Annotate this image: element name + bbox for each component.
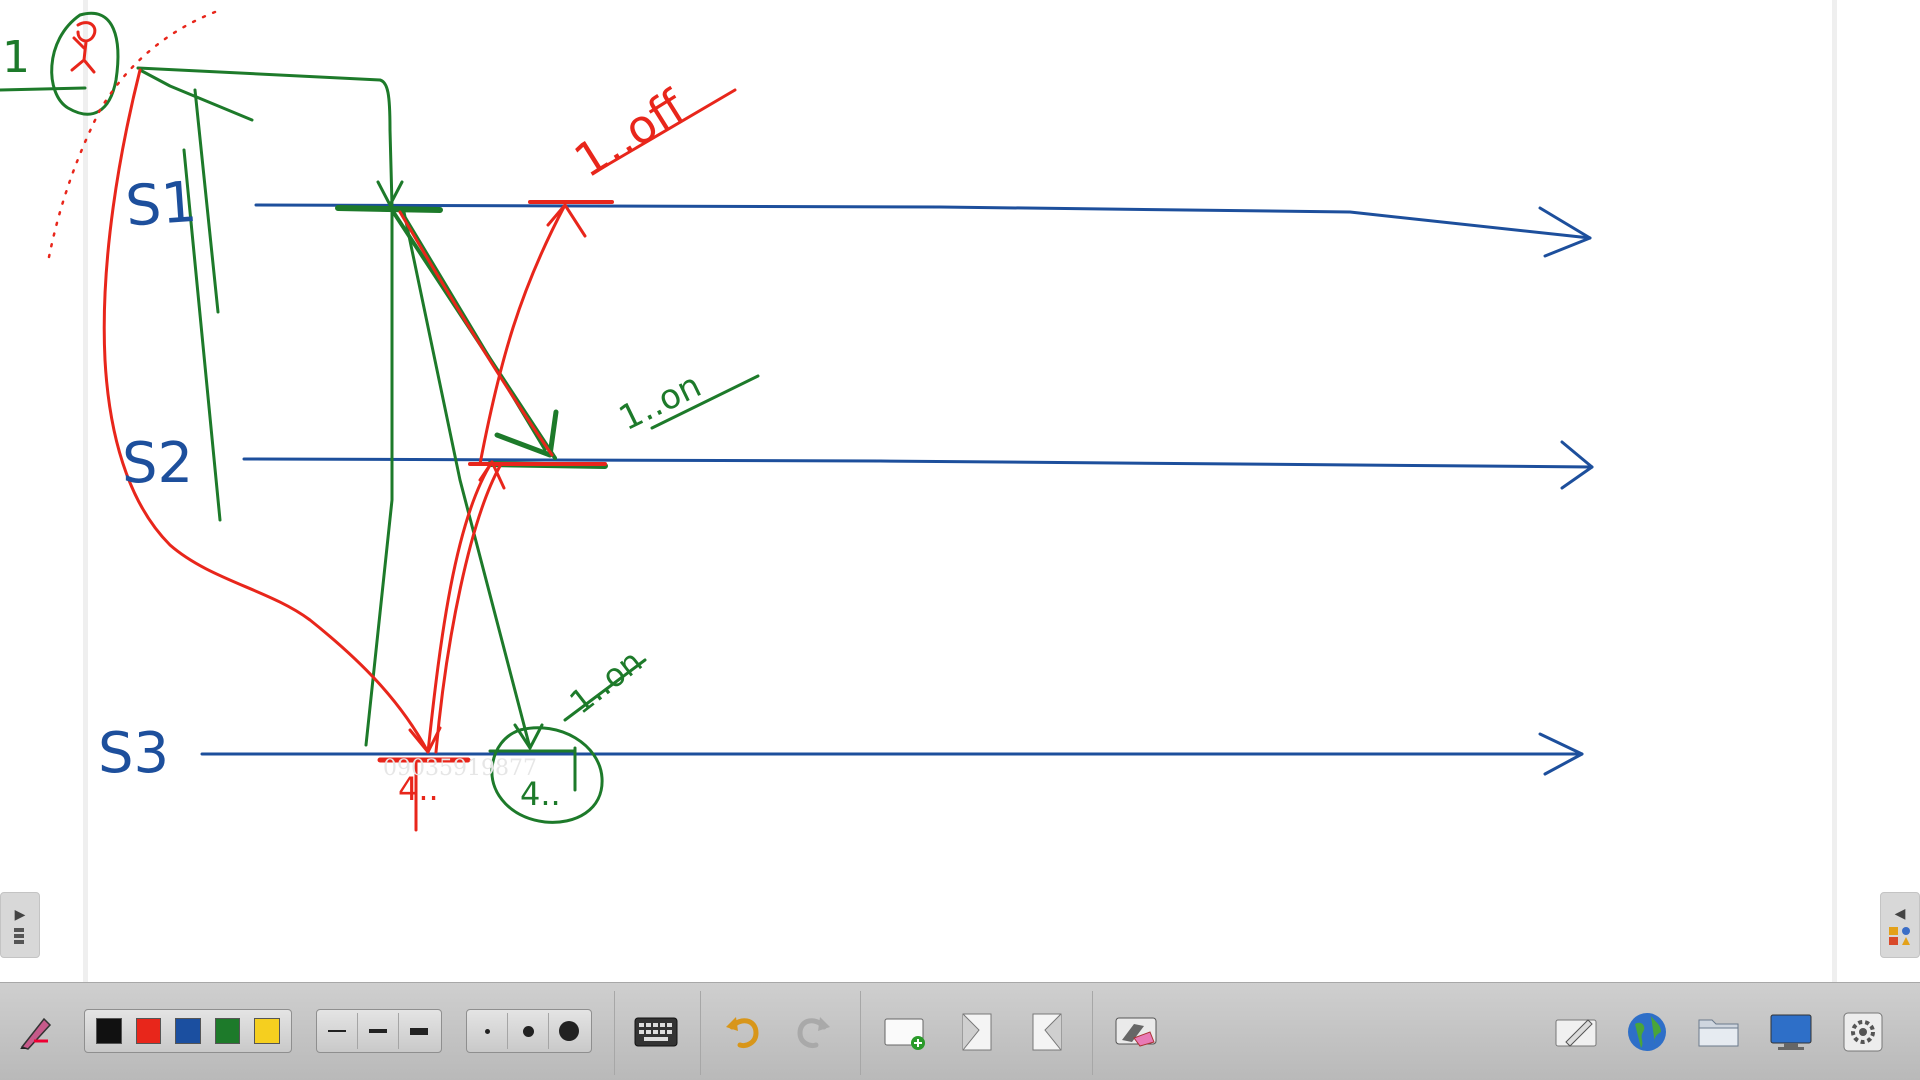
line-width-thin[interactable] — [317, 1013, 358, 1049]
folder-button[interactable] — [1694, 1007, 1744, 1057]
color-black-swatch[interactable] — [96, 1018, 122, 1044]
settings-button[interactable] — [1838, 1007, 1888, 1057]
color-blue-swatch[interactable] — [175, 1018, 201, 1044]
line-width-selector — [316, 1009, 442, 1053]
timeline-s2-arrowhead — [1560, 440, 1594, 490]
toolbar-separator — [1092, 991, 1093, 1075]
point-size-small[interactable] — [467, 1013, 508, 1049]
folder-icon — [1698, 1019, 1739, 1047]
toolbar-separator — [614, 991, 615, 1075]
redo-icon — [797, 1017, 830, 1048]
annotation-on-s2: 1..on — [613, 365, 707, 438]
previous-page-icon — [962, 1013, 992, 1051]
keyboard-button[interactable] — [631, 1007, 681, 1057]
left-page-panel-toggle[interactable]: ▶ — [0, 892, 40, 958]
web-browser-button[interactable] — [1622, 1007, 1672, 1057]
annotation-on-s3: 1..on — [562, 642, 649, 722]
bottom-toolbar — [0, 982, 1920, 1080]
timeline-s1 — [254, 203, 1592, 240]
label-s2: S2 — [122, 431, 193, 496]
previous-page-button[interactable] — [952, 1007, 1002, 1057]
eraser-icon — [1115, 1017, 1157, 1047]
redo-button[interactable] — [788, 1007, 838, 1057]
web-browser-icon — [1628, 1013, 1666, 1051]
pen-mode-button[interactable] — [1552, 1007, 1602, 1057]
undo-icon — [726, 1017, 759, 1048]
label-s3: S3 — [98, 721, 169, 786]
annotation-1-station: 1 — [2, 32, 30, 83]
keyboard-icon — [634, 1017, 678, 1047]
whiteboard-canvas[interactable]: S1 S2 S3 1..off 1..on 1..on 4.. 4.. 1 09… — [0, 0, 1920, 982]
color-palette — [84, 1009, 292, 1053]
label-s1: S1 — [123, 170, 199, 240]
green-s1-mark — [335, 205, 443, 213]
station-circle — [50, 11, 120, 116]
library-icon — [1889, 926, 1910, 945]
color-green-swatch[interactable] — [214, 1018, 241, 1044]
point-size-medium[interactable] — [508, 1013, 549, 1049]
eraser-button[interactable] — [1112, 1007, 1162, 1057]
next-page-icon — [1032, 1013, 1062, 1051]
desktop-button[interactable] — [1766, 1007, 1816, 1057]
add-page-button[interactable] — [880, 1007, 930, 1057]
desktop-icon — [1770, 1014, 1812, 1050]
point-size-large[interactable] — [549, 1013, 589, 1049]
toolbar-separator — [700, 991, 701, 1075]
red-arrow-s1 — [546, 203, 587, 238]
green-s1-to-s3-diag — [402, 210, 532, 750]
undo-button[interactable] — [718, 1007, 768, 1057]
pages-icon — [14, 927, 24, 944]
color-red-swatch[interactable] — [135, 1018, 162, 1044]
expand-right-icon: ▶ — [14, 905, 26, 922]
ink-layer: S1 S2 S3 1..off 1..on 1..on 4.. 4.. 1 — [0, 10, 1594, 832]
timeline-s2 — [242, 457, 1594, 469]
expand-left-icon: ◀ — [1894, 904, 1906, 921]
add-page-icon — [884, 1018, 925, 1050]
right-library-panel-toggle[interactable]: ◀ — [1880, 892, 1920, 958]
pen-mode-icon — [1555, 1019, 1597, 1047]
toolbar-separator — [860, 991, 861, 1075]
point-size-selector — [466, 1009, 592, 1053]
annotation-off: 1..off — [565, 79, 695, 188]
station-stem — [0, 86, 87, 92]
color-yellow-swatch[interactable] — [254, 1018, 280, 1044]
phone-watermark: 09035919877 — [383, 756, 537, 781]
next-page-button[interactable] — [1022, 1007, 1072, 1057]
line-width-thick[interactable] — [399, 1013, 439, 1049]
line-width-medium[interactable] — [358, 1013, 399, 1049]
pen-tool-icon — [20, 1017, 52, 1050]
pen-tool-button[interactable] — [10, 1007, 60, 1057]
station-figure — [70, 21, 97, 74]
green-s1-to-s3-vertical — [364, 208, 394, 747]
settings-icon — [1843, 1012, 1883, 1052]
green-vertical-1 — [193, 88, 220, 314]
